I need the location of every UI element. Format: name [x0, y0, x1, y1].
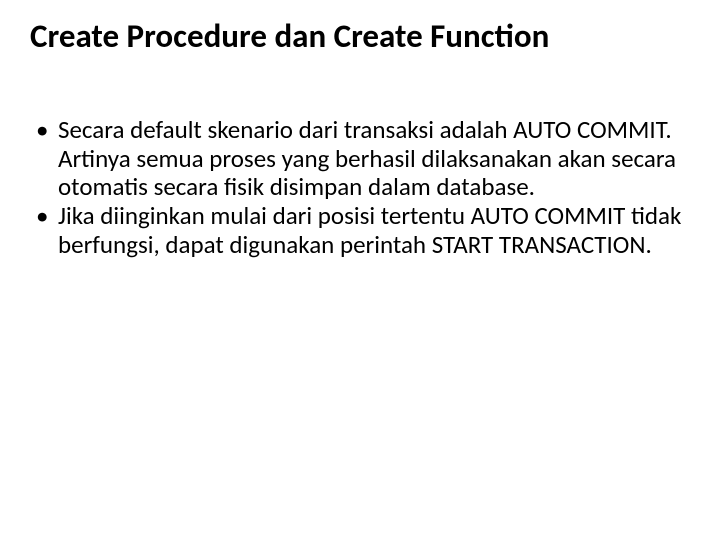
bullet-list: Secara default skenario dari transaksi a… [30, 116, 690, 260]
slide-body: Secara default skenario dari transaksi a… [30, 116, 690, 260]
list-item: Jika diinginkan mulai dari posisi terten… [30, 202, 690, 260]
slide: Create Procedure dan Create Function Sec… [0, 0, 720, 540]
slide-title: Create Procedure dan Create Function [30, 18, 690, 56]
list-item: Secara default skenario dari transaksi a… [30, 116, 690, 202]
